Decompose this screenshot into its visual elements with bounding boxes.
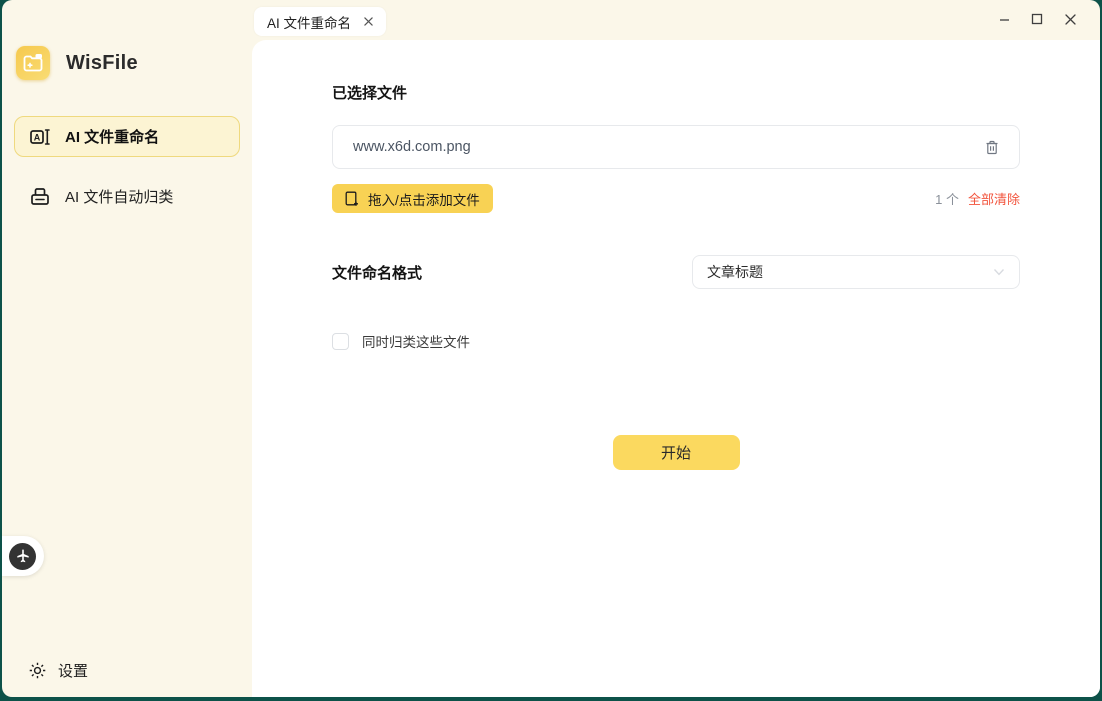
chevron-down-icon xyxy=(993,268,1005,276)
sidebar-item-ai-categorize[interactable]: AI 文件自动归类 xyxy=(14,176,240,217)
start-button[interactable]: 开始 xyxy=(613,435,740,470)
naming-format-value: 文章标题 xyxy=(707,262,763,282)
categorize-checkbox-label: 同时归类这些文件 xyxy=(362,331,470,351)
naming-format-label: 文件命名格式 xyxy=(332,262,422,283)
tab-label: AI 文件重命名 xyxy=(267,12,351,32)
start-button-wrap: 开始 xyxy=(332,435,1020,470)
rename-icon: A xyxy=(29,126,51,148)
categorize-checkbox[interactable] xyxy=(332,333,349,350)
window-controls xyxy=(996,11,1078,27)
brand-name: WisFile xyxy=(66,52,138,75)
categorize-checkbox-row: 同时归类这些文件 xyxy=(332,331,1020,351)
sidebar-item-label: AI 文件自动归类 xyxy=(65,186,173,207)
main-content: 已选择文件 www.x6d.com.png xyxy=(252,40,1100,697)
trash-icon[interactable] xyxy=(985,140,999,155)
app-window: WisFile A AI 文件重命名 xyxy=(2,0,1100,697)
file-count: 1 个 xyxy=(935,189,959,208)
naming-format-select[interactable]: 文章标题 xyxy=(692,255,1020,289)
airplane-icon xyxy=(9,543,36,570)
file-actions-row: 拖入/点击添加文件 1 个 全部清除 xyxy=(332,184,1020,213)
svg-text:A: A xyxy=(34,132,41,142)
file-name: www.x6d.com.png xyxy=(353,139,471,155)
sidebar-item-ai-rename[interactable]: A AI 文件重命名 xyxy=(14,116,240,157)
close-icon[interactable] xyxy=(1062,11,1078,27)
sidebar-nav: A AI 文件重命名 AI 文件自动归类 xyxy=(14,116,240,236)
naming-format-row: 文件命名格式 文章标题 xyxy=(332,255,1020,289)
add-file-icon xyxy=(345,191,359,207)
add-files-label: 拖入/点击添加文件 xyxy=(368,189,480,209)
maximize-icon[interactable] xyxy=(1029,11,1045,27)
sidebar: WisFile A AI 文件重命名 xyxy=(2,0,252,697)
tab-close-icon[interactable] xyxy=(364,17,373,26)
wisfile-logo-icon xyxy=(16,46,50,80)
selected-files-title: 已选择文件 xyxy=(332,82,1020,103)
sidebar-item-label: AI 文件重命名 xyxy=(65,126,159,147)
minimize-icon[interactable] xyxy=(996,11,1012,27)
tab-ai-rename[interactable]: AI 文件重命名 xyxy=(254,7,386,36)
settings-button[interactable]: 设置 xyxy=(28,660,88,681)
gear-icon xyxy=(28,661,47,680)
clear-all-link[interactable]: 全部清除 xyxy=(968,189,1020,208)
settings-label: 设置 xyxy=(58,660,88,681)
brand: WisFile xyxy=(16,46,138,80)
add-files-button[interactable]: 拖入/点击添加文件 xyxy=(332,184,493,213)
categorize-icon xyxy=(29,186,51,208)
airplane-fab[interactable] xyxy=(2,536,44,576)
file-list-item: www.x6d.com.png xyxy=(332,125,1020,169)
count-clear: 1 个 全部清除 xyxy=(935,189,1020,208)
